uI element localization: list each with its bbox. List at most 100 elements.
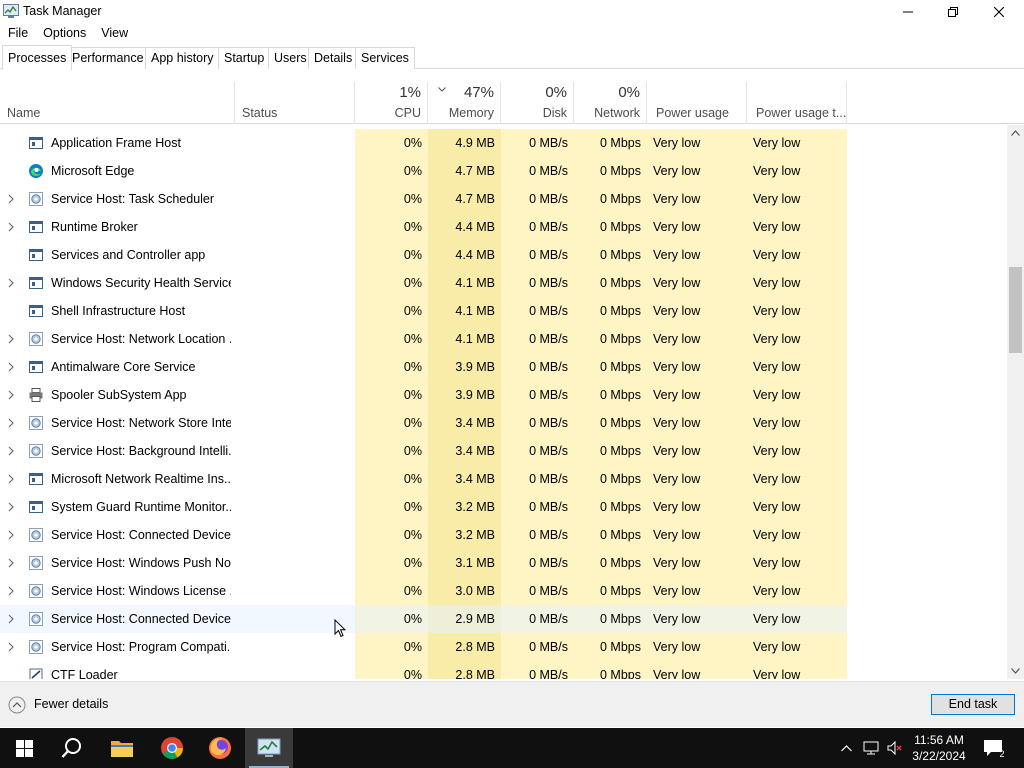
header-memory[interactable]: 47% Memory: [428, 82, 501, 124]
process-disk: 0 MB/s: [529, 192, 568, 206]
menu-file[interactable]: File: [0, 24, 35, 44]
process-row[interactable]: Service Host: Connected Device... 0% 2.9 M…: [0, 605, 847, 633]
search-button[interactable]: [48, 728, 96, 768]
process-disk: 0 MB/s: [529, 556, 568, 570]
process-row[interactable]: Microsoft Edge 0% 4.7 MB 0 MB/s 0 Mbps Very l…: [0, 157, 847, 185]
process-row[interactable]: CTF Loader 0% 2.8 MB 0 MB/s 0 Mbps Very low Ve…: [0, 661, 847, 679]
process-disk: 0 MB/s: [529, 332, 568, 346]
process-row[interactable]: System Guard Runtime Monitor... 0% 3.2 MB 0…: [0, 493, 847, 521]
close-button[interactable]: [976, 0, 1022, 24]
header-disk[interactable]: 0% Disk: [501, 82, 574, 124]
chevron-right-icon[interactable]: [8, 194, 14, 204]
process-row[interactable]: Service Host: Windows Push No... 0% 3.1 MB…: [0, 549, 847, 577]
tab-startup[interactable]: Startup: [218, 47, 271, 69]
fewer-details-link[interactable]: Fewer details: [34, 697, 108, 711]
chevron-right-icon[interactable]: [8, 614, 14, 624]
process-power-usage: Very low: [653, 220, 701, 234]
scroll-down-icon[interactable]: [1011, 668, 1020, 674]
chevron-right-icon[interactable]: [8, 502, 14, 512]
process-cpu: 0%: [403, 332, 422, 346]
chevron-right-icon[interactable]: [8, 418, 14, 428]
process-power-usage: Very low: [653, 444, 701, 458]
process-row[interactable]: Microsoft Network Realtime Ins... 0% 3.4 M…: [0, 465, 847, 493]
show-hidden-icons-button[interactable]: [836, 728, 856, 768]
tab-processes[interactable]: Processes: [2, 45, 73, 70]
tab-users[interactable]: Users: [268, 47, 313, 69]
chevron-right-icon[interactable]: [8, 642, 14, 652]
notification-count: 2: [999, 749, 1005, 759]
system-clock[interactable]: 11:56 AM 3/22/2024: [906, 732, 972, 764]
header-power-usage[interactable]: Power usage: [647, 82, 747, 124]
process-name: Service Host: Windows Push No...: [51, 556, 231, 570]
restore-button[interactable]: [930, 0, 976, 24]
process-network: 0 Mbps: [600, 556, 641, 570]
process-row[interactable]: Service Host: Network Location ... 0% 4.1 …: [0, 325, 847, 353]
process-row[interactable]: Service Host: Task Scheduler 0% 4.7 MB 0 MB…: [0, 185, 847, 213]
scrollbar-thumb[interactable]: [1009, 267, 1022, 353]
end-task-button[interactable]: End task: [931, 694, 1015, 715]
process-disk: 0 MB/s: [529, 164, 568, 178]
clock-date: 3/22/2024: [912, 749, 966, 763]
process-memory: 3.1 MB: [455, 556, 495, 570]
header-name[interactable]: Name: [0, 82, 235, 124]
chevron-right-icon[interactable]: [8, 334, 14, 344]
process-row[interactable]: Service Host: Connected Device... 0% 3.2 M…: [0, 521, 847, 549]
edge-icon: [28, 163, 44, 179]
process-network: 0 Mbps: [600, 332, 641, 346]
process-row[interactable]: Service Host: Network Store Inte... 0% 3.4…: [0, 409, 847, 437]
process-row[interactable]: Antimalware Core Service 0% 3.9 MB 0 MB/s 0 …: [0, 353, 847, 381]
scroll-up-icon[interactable]: [1011, 130, 1020, 136]
header-cpu[interactable]: 1% CPU: [355, 82, 428, 124]
process-row[interactable]: Shell Infrastructure Host 0% 4.1 MB 0 MB/s 0…: [0, 297, 847, 325]
process-row[interactable]: Services and Controller app 0% 4.4 MB 0 MB/…: [0, 241, 847, 269]
process-row[interactable]: Application Frame Host 0% 4.9 MB 0 MB/s 0 Mb…: [0, 129, 847, 157]
process-list[interactable]: Application Frame Host 0% 4.9 MB 0 MB/s 0 Mb…: [0, 129, 1007, 679]
firefox-button[interactable]: [196, 728, 244, 768]
process-row[interactable]: Service Host: Program Compati... 0% 2.8 MB…: [0, 633, 847, 661]
tab-services[interactable]: Services: [355, 47, 415, 69]
process-cpu: 0%: [403, 500, 422, 514]
file-explorer-button[interactable]: [98, 728, 146, 768]
chevron-right-icon[interactable]: [8, 530, 14, 540]
process-memory: 3.2 MB: [455, 528, 495, 542]
header-disk-label: Disk: [542, 106, 567, 120]
chevron-right-icon[interactable]: [8, 278, 14, 288]
header-power-usage-trend[interactable]: Power usage t...: [747, 82, 847, 124]
process-row[interactable]: Service Host: Windows License ... 0% 3.0 M…: [0, 577, 847, 605]
chevron-right-icon[interactable]: [8, 586, 14, 596]
header-status[interactable]: Status: [235, 82, 355, 124]
volume-tray-button[interactable]: [884, 728, 906, 768]
process-row[interactable]: Service Host: Background Intelli... 0% 3.4…: [0, 437, 847, 465]
task-manager-taskbar-button[interactable]: [245, 728, 293, 768]
chevron-right-icon[interactable]: [8, 474, 14, 484]
menu-view[interactable]: View: [93, 24, 135, 44]
chevron-right-icon[interactable]: [8, 446, 14, 456]
process-power-trend: Very low: [753, 164, 801, 178]
network-tray-button[interactable]: [860, 728, 882, 768]
chevron-right-icon[interactable]: [8, 558, 14, 568]
process-name: System Guard Runtime Monitor...: [51, 500, 231, 514]
minimize-button[interactable]: [885, 0, 931, 24]
tab-performance[interactable]: Performance: [66, 47, 150, 69]
process-row[interactable]: Windows Security Health Service 0% 4.1 MB 0…: [0, 269, 847, 297]
process-network: 0 Mbps: [600, 528, 641, 542]
gear-icon: [28, 583, 44, 599]
app-window-icon: [28, 303, 44, 319]
process-power-usage: Very low: [653, 192, 701, 206]
header-network[interactable]: 0% Network: [574, 82, 647, 124]
process-name: Application Frame Host: [51, 136, 181, 150]
tab-app-history[interactable]: App history: [145, 47, 220, 69]
process-disk: 0 MB/s: [529, 276, 568, 290]
process-row[interactable]: Runtime Broker 0% 4.4 MB 0 MB/s 0 Mbps Very l…: [0, 213, 847, 241]
start-button[interactable]: [0, 728, 48, 768]
chevron-right-icon[interactable]: [8, 390, 14, 400]
chevron-up-circle-icon[interactable]: [8, 696, 26, 714]
vertical-scrollbar[interactable]: [1007, 125, 1024, 679]
menu-options[interactable]: Options: [35, 24, 93, 44]
tab-details[interactable]: Details: [308, 47, 359, 69]
chevron-right-icon[interactable]: [8, 222, 14, 232]
chrome-button[interactable]: [148, 728, 196, 768]
chevron-right-icon[interactable]: [8, 362, 14, 372]
process-cpu: 0%: [403, 472, 422, 486]
process-row[interactable]: Spooler SubSystem App 0% 3.9 MB 0 MB/s 0 Mbp…: [0, 381, 847, 409]
